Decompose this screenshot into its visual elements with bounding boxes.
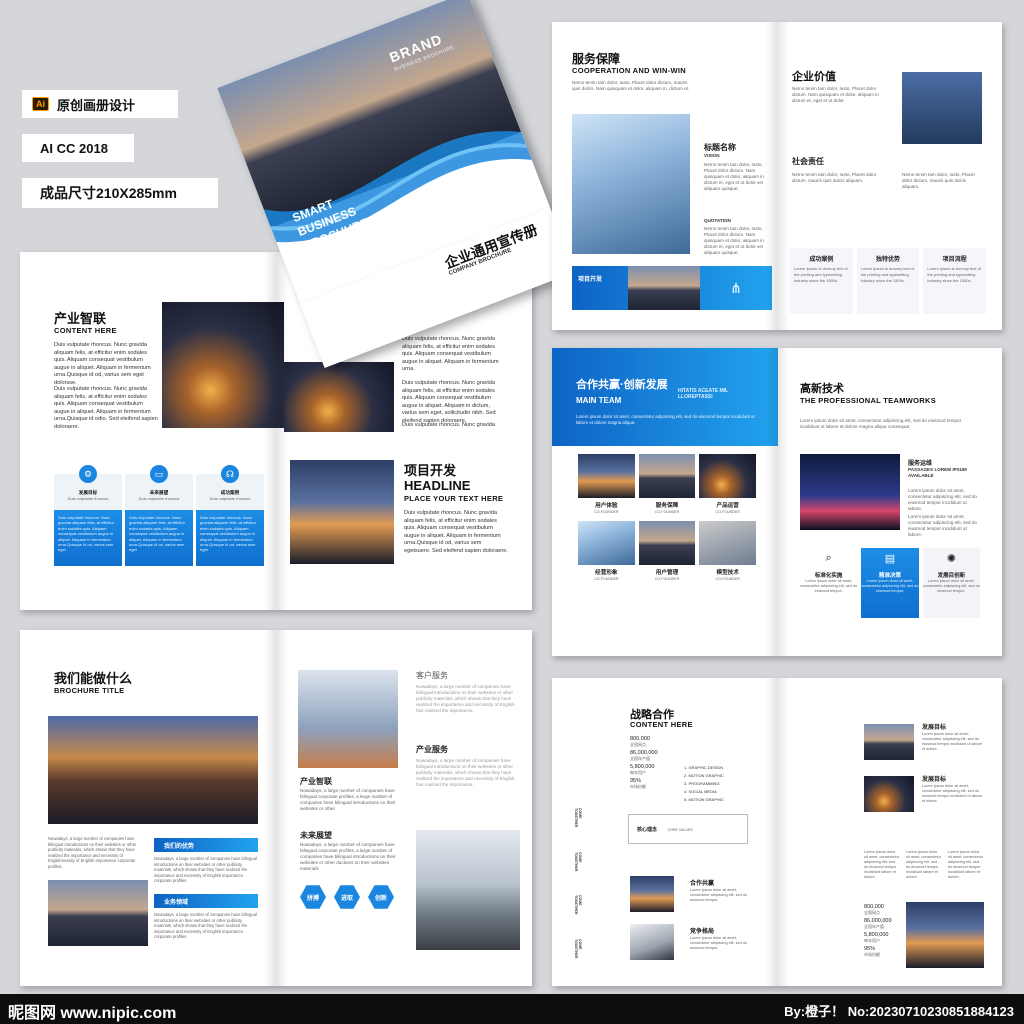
label-version: AI CC 2018 <box>22 134 134 162</box>
headset-icon: ☊ <box>221 465 239 483</box>
stadium-photo <box>298 670 398 768</box>
label-ai-title: Ai 原创画册设计 <box>22 90 178 118</box>
harbor-photo <box>628 266 700 310</box>
office-building-photo <box>572 114 690 254</box>
spread-team: 合作共赢·创新发展 MAIN TEAM HITATIS ACEATE MIL L… <box>552 348 1002 656</box>
feature-box: 未来展望 Duis vulputate rhoncus Duis vulputa… <box>125 465 193 566</box>
bulb-icon: ✺ <box>946 553 956 565</box>
service-list: 1. GRAPHIC DESIGN 2. MOTION GRAPHIC 3. P… <box>684 765 724 802</box>
core-values-box: 核心理念 CORE VALUES <box>628 814 748 844</box>
riverside-photo <box>48 880 148 946</box>
team-tile: 经营形象 CO-FOUNDER <box>578 521 635 582</box>
team-tiles: 用户体验 CO-FOUNDER 服务保障 CO-FOUNDER 产品运营 CO-FOU… <box>578 454 756 582</box>
night-city-photo <box>48 716 258 824</box>
city-night-photo-right <box>284 362 394 432</box>
stats-list: 800,000 全国网点 86,000,000 全国年产值 5,800,000 每年用… <box>630 736 658 789</box>
headline: HEADLINE <box>404 478 471 493</box>
handshake-photo <box>630 924 674 960</box>
gear-icon: ⚙ <box>79 465 97 483</box>
label-size: 成品尺寸210X285mm <box>22 178 218 208</box>
section-title: 产业智联 <box>54 311 107 326</box>
team-tile: 服务保障 CO-FOUNDER <box>638 454 696 515</box>
ai-badge: Ai <box>32 97 49 111</box>
feature-box: 成功案例 Duis vulputate rhoncus Duis vulputa… <box>196 465 264 566</box>
section-subtitle: CONTENT HERE <box>54 326 117 335</box>
hex-badges: 拼搏 进取 创新 <box>300 884 394 910</box>
team-tile: 用户体验 CO-FOUNDER <box>578 454 635 515</box>
feature-box: 发展目标 Duis vulputate rhoncus Duis vulputa… <box>54 465 122 566</box>
book-icon: ▤ <box>884 553 896 565</box>
feature-boxes: 发展目标 Duis vulputate rhoncus Duis vulputa… <box>54 465 264 566</box>
project-bar: 项目开发 ⋔ <box>572 266 772 310</box>
skyline-dusk-photo <box>290 460 394 564</box>
team-tile: 用户管理 CO-FOUNDER <box>638 521 696 582</box>
team-tile: 产品运营 CO-FOUNDER <box>699 454 756 515</box>
team-tile: 模型技术 CO-FOUNDER <box>699 521 756 582</box>
spread-service: 服务保障 COOPERATION AND WIN-WIN Nemo tenim … <box>552 22 1002 330</box>
light-trail-photo <box>800 454 900 530</box>
skyline-photo-b <box>864 776 914 812</box>
skyscraper-photo <box>902 72 982 144</box>
side-labels: COME TOGETHER COME TOGETHER COME TOGETHE… <box>574 808 582 958</box>
modern-house-photo <box>416 830 520 950</box>
cols-row: 成功案例 Lorem Ipsum is dummy text of the pri… <box>790 248 987 314</box>
skyline-photo-a <box>864 724 914 760</box>
monitor-icon: ▭ <box>150 465 168 483</box>
credit-text: By:橙子！ No:20230710230851884123 <box>784 1004 1014 1019</box>
skyline-photo-c <box>906 902 984 968</box>
city-photo-small <box>630 876 674 912</box>
share-icon: ⋔ <box>730 279 742 296</box>
stats-list-2: 800,000 全国网点 86,000,000 全国年产值 5,800,000 每年用… <box>864 904 892 957</box>
search-icon: ⌕ <box>825 552 832 564</box>
feature-row: ⌕ 标准化实施 Lorem ipsum dolor sit amet, cons… <box>800 548 980 618</box>
spread-what-we-do: 我们能做什么 BROCHURE TITLE Nowadays, a large … <box>20 630 532 986</box>
spread-strategy: 战略合作 CONTENT HERE 800,000 全国网点 86,000,000… <box>552 678 1002 986</box>
city-night-photo <box>162 302 284 428</box>
site-logo[interactable]: 昵图网 www.nipic.com <box>8 999 176 1023</box>
